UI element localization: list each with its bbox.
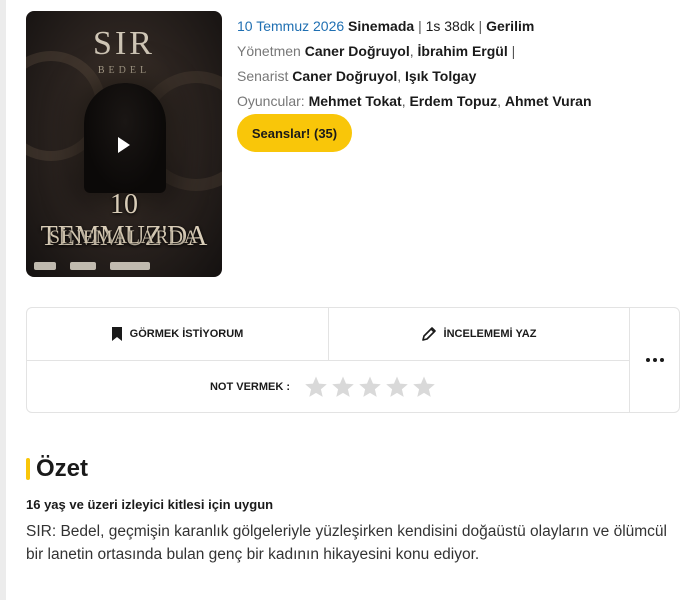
star-icon[interactable] xyxy=(412,375,436,399)
writer-link[interactable]: Işık Tolgay xyxy=(405,68,476,84)
movie-info: 10 Temmuz 2026 Sinemada | 1s 38dk | Geri… xyxy=(237,14,687,114)
rating-logo xyxy=(34,262,56,270)
star-icon[interactable] xyxy=(358,375,382,399)
distributor-logo xyxy=(110,262,150,270)
duration: 1s 38dk xyxy=(425,18,475,34)
poster-cinema-line: SİNEMALARDA xyxy=(49,227,199,248)
action-buttons-row: GÖRMEK İSTİYORUM İNCELEMEMİ YAZ xyxy=(27,308,629,361)
release-status: Sinemada xyxy=(348,18,415,34)
rating-row: NOT VERMEK : xyxy=(27,361,629,412)
poster-subtitle: BEDEL xyxy=(97,65,151,76)
rating-stars xyxy=(304,375,436,399)
cast-link[interactable]: Ahmet Vuran xyxy=(505,93,592,109)
star-icon[interactable] xyxy=(331,375,355,399)
summary-text: SIR: Bedel, geçmişin karanlık gölgeleriy… xyxy=(26,523,667,563)
writer-label: Senarist xyxy=(237,68,289,84)
cast-label: Oyuncular: xyxy=(237,93,305,109)
page-left-border xyxy=(0,0,6,600)
cast-link[interactable]: Erdem Topuz xyxy=(409,93,497,109)
age-rating-note: 16 yaş ve üzeri izleyici kitlesi için uy… xyxy=(26,497,274,512)
movie-poster[interactable]: SIR BEDEL 10 TEMMUZ'DA SİNEMALARDA xyxy=(26,11,222,277)
poster-logos xyxy=(34,259,214,273)
write-review-button[interactable]: İNCELEMEMİ YAZ xyxy=(328,308,629,360)
watchlist-button[interactable]: GÖRMEK İSTİYORUM xyxy=(27,308,328,360)
director-link[interactable]: Caner Doğruyol xyxy=(305,43,410,59)
play-icon[interactable] xyxy=(118,137,130,153)
sessions-button[interactable]: Seanslar! (35) xyxy=(237,114,352,152)
release-date[interactable]: 10 Temmuz 2026 xyxy=(237,18,344,34)
writer-link[interactable]: Caner Doğruyol xyxy=(292,68,397,84)
poster-title: SIR xyxy=(93,25,155,62)
summary-accent-bar xyxy=(26,458,30,480)
rating-label: NOT VERMEK : xyxy=(209,380,291,393)
summary-title: Özet xyxy=(36,455,89,482)
summary-header: Özet xyxy=(26,455,686,483)
studio-logo xyxy=(70,262,96,270)
star-icon[interactable] xyxy=(304,375,328,399)
cast-link[interactable]: Mehmet Tokat xyxy=(309,93,402,109)
director-label: Yönetmen xyxy=(237,43,301,59)
pencil-icon xyxy=(421,327,436,341)
info-row-cast: Oyuncular: Mehmet Tokat, Erdem Topuz, Ah… xyxy=(237,93,592,109)
info-row-writer: Senarist Caner Doğruyol, Işık Tolgay xyxy=(237,68,477,84)
watchlist-label: GÖRMEK İSTİYORUM xyxy=(129,328,244,340)
star-icon[interactable] xyxy=(385,375,409,399)
info-row-meta: 10 Temmuz 2026 Sinemada | 1s 38dk | Geri… xyxy=(237,18,535,34)
review-label: İNCELEMEMİ YAZ xyxy=(443,328,537,340)
info-row-director: Yönetmen Caner Doğruyol, İbrahim Ergül | xyxy=(237,43,516,59)
more-options-button[interactable] xyxy=(629,308,680,412)
action-panel: GÖRMEK İSTİYORUM İNCELEMEMİ YAZ NOT VERM… xyxy=(26,307,680,413)
action-panel-main: GÖRMEK İSTİYORUM İNCELEMEMİ YAZ NOT VERM… xyxy=(27,308,629,412)
summary-section: Özet 16 yaş ve üzeri izleyici kitlesi iç… xyxy=(26,455,686,566)
genre-link[interactable]: Gerilim xyxy=(486,18,534,34)
bookmark-icon xyxy=(111,327,122,341)
more-dots-icon xyxy=(646,358,664,362)
director-link[interactable]: İbrahim Ergül xyxy=(418,43,508,59)
